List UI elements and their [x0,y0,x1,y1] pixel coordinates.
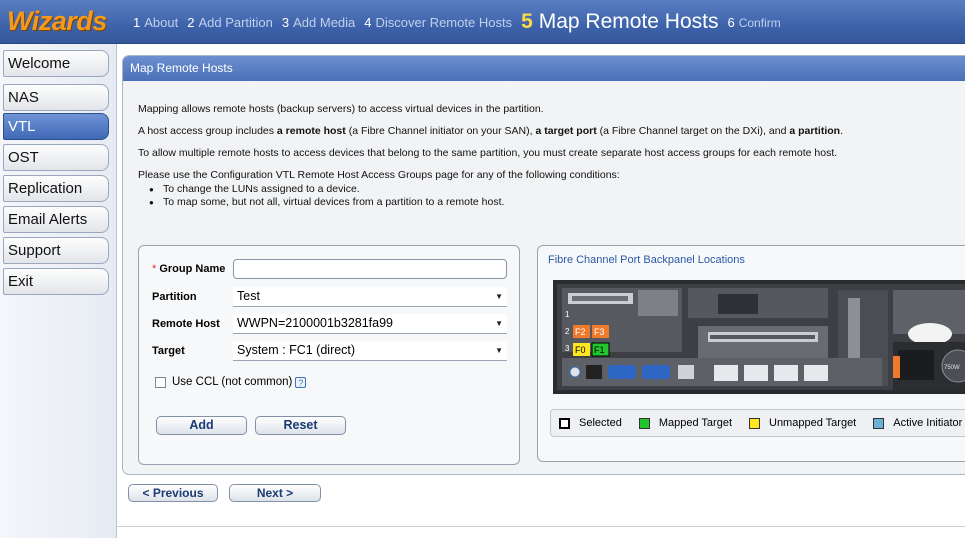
sidebar-item-support[interactable]: Support [3,237,109,264]
slot-number: 2 [565,327,570,336]
group-name-label: * Group Name [152,263,225,275]
dropdown-arrow-icon: ▼ [495,292,503,301]
legend-item: Unmapped Target [749,417,856,429]
bold-text: a partition [789,125,841,137]
backpanel-image: 1 2 3 F2 F3 F0 F1 750W [553,280,965,394]
conditions-list: To change the LUNs assigned to a device.… [138,183,843,209]
step-add-partition[interactable]: 2 Add Partition [187,15,273,30]
legend-item: Mapped Target [638,417,732,429]
list-item: To map some, but not all, virtual device… [138,196,843,209]
step-number: 3 [281,14,290,30]
partition-select[interactable]: Test ▼ [233,287,507,307]
dropdown-arrow-icon: ▼ [495,319,503,328]
step-label: About [144,14,179,30]
dropdown-arrow-icon: ▼ [495,346,503,355]
wizard-header: Wizards 1 About 2 Add Partition 3 Add Me… [0,0,965,44]
target-label: Target [152,345,185,357]
sidebar-item-exit[interactable]: Exit [3,268,109,295]
legend-label: Unmapped Target [769,417,857,429]
intro-paragraph: Please use the Configuration VTL Remote … [138,169,620,181]
legend-swatch [873,417,885,429]
step-discover-remote-hosts[interactable]: 4 Discover Remote Hosts [364,15,512,30]
divider [117,526,965,527]
step-number: 5 [521,10,533,33]
legend-label: Active Initiator [893,417,963,429]
previous-button[interactable]: < Previous [128,484,218,502]
slot-number: 3 [565,344,570,353]
bold-text: a remote host [276,125,346,137]
step-label: Add Partition [198,14,273,30]
use-ccl-checkbox[interactable] [155,376,166,388]
use-ccl-label: Use CCL (not common) [172,376,293,388]
sidebar-item-email-alerts[interactable]: Email Alerts [3,206,109,233]
selected-value: System : FC1 (direct) [237,343,356,357]
legend-label: Selected [579,417,622,429]
sidebar-item-welcome[interactable]: Welcome [3,50,109,77]
intro-text: Mapping allows remote hosts (backup serv… [138,103,843,209]
map-remote-hosts-panel: Map Remote Hosts Mapping allows remote h… [122,55,965,475]
partition-label: Partition [152,291,197,303]
legend-item: Selected [559,417,622,429]
reset-button[interactable]: Reset [255,416,346,435]
legend-item: Active Initiator [873,417,962,429]
selected-value: Test [237,289,260,303]
selected-value: WWPN=2100001b3281fa99 [237,316,394,330]
target-select[interactable]: System : FC1 (direct) ▼ [233,341,507,361]
sidebar-item-ost[interactable]: OST [3,144,109,171]
wizard-window: { "header": { "brand": "Wizards", "steps… [0,0,965,538]
bold-text: a target port [535,125,597,137]
label-text: Group Name [159,263,226,275]
port-label: F2 [575,327,586,337]
text: . [840,125,844,137]
list-item: To change the LUNs assigned to a device. [138,183,843,196]
remote-host-label: Remote Host [152,318,220,330]
wizard-steps: 1 About 2 Add Partition 3 Add Media 4 Di… [133,0,790,44]
port-label: F0 [575,345,586,355]
sidebar-item-replication[interactable]: Replication [3,175,109,202]
use-ccl-option: Use CCL (not common) ? [155,376,307,388]
step-label: Confirm [738,15,781,30]
legend-swatch [638,417,650,429]
host-access-group-form: * Group Name Partition Test ▼ Remote Hos… [138,245,520,465]
required-mark: * [152,263,157,275]
add-button[interactable]: Add [156,416,247,435]
group-name-input[interactable] [233,259,507,279]
step-add-media[interactable]: 3 Add Media [282,15,355,30]
step-label: Discover Remote Hosts [375,14,513,30]
step-number: 4 [364,14,372,30]
port-label: F3 [594,327,605,337]
fibre-channel-backpanel: Fibre Channel Port Backpanel Locations 1… [537,245,965,462]
sidebar-item-nas[interactable]: NAS [3,84,109,111]
port-legend: Selected Mapped Target Unmapped Target A… [550,409,965,437]
next-button[interactable]: Next > [229,484,321,502]
text: A host access group includes [138,125,277,137]
sidebar-item-vtl[interactable]: VTL [3,113,109,140]
step-number: 2 [187,14,195,30]
sidebar: Welcome NAS VTL OST Replication Email Al… [0,44,117,538]
step-label: Add Media [293,14,356,30]
step-label: Map Remote Hosts [538,10,719,33]
psu-label: 750W [944,365,960,371]
wizards-logo: Wizards [7,6,107,36]
legend-swatch [559,417,570,429]
step-map-remote-hosts[interactable]: 5 Map Remote Hosts [521,10,718,34]
step-confirm[interactable]: 6 Confirm [727,15,780,30]
step-about[interactable]: 1 About [133,15,178,30]
panel-title: Map Remote Hosts [123,56,965,81]
legend-swatch [749,417,760,429]
step-number: 6 [727,14,735,30]
intro-paragraph: Mapping allows remote hosts (backup serv… [138,103,544,115]
remote-host-select[interactable]: WWPN=2100001b3281fa99 ▼ [233,314,507,334]
slot-number: 1 [565,310,570,319]
help-icon[interactable]: ? [295,376,307,388]
text: (a Fibre Channel target on the DXi), and [596,125,790,137]
legend-label: Mapped Target [658,417,732,429]
port-label: F1 [594,345,605,355]
step-number: 1 [133,14,141,30]
intro-paragraph: To allow multiple remote hosts to access… [138,147,838,159]
text: (a Fibre Channel initiator on your SAN), [345,125,536,137]
intro-paragraph: A host access group includes a remote ho… [138,125,843,138]
